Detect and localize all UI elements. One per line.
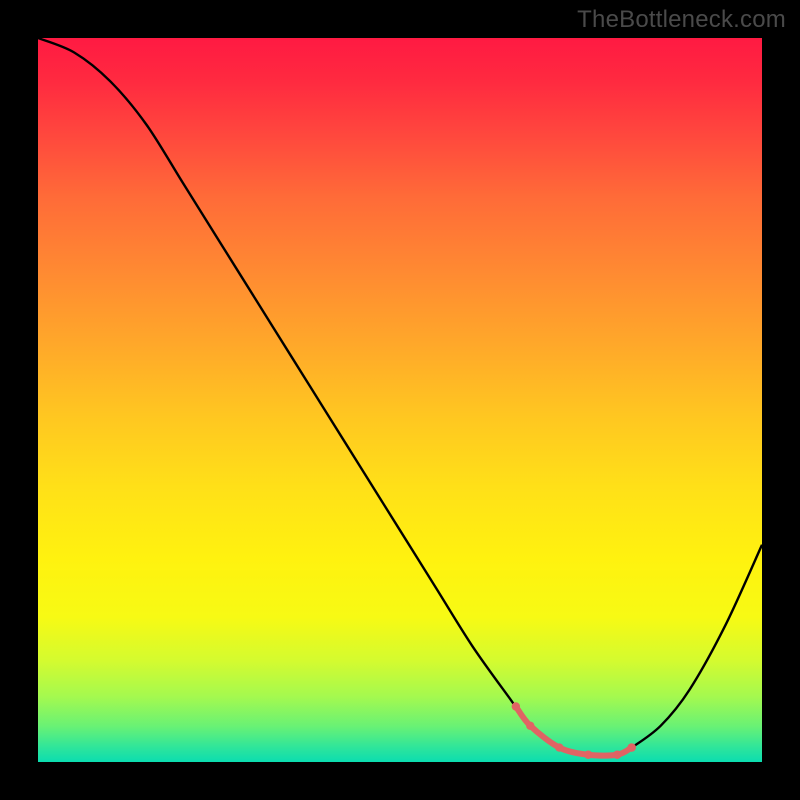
highlight-dot — [613, 751, 621, 759]
bottleneck-curve — [38, 38, 762, 756]
watermark-text: TheBottleneck.com — [577, 6, 786, 34]
highlight-dot — [584, 751, 592, 759]
bottleneck-highlight-segment — [516, 706, 633, 755]
curve-overlay — [38, 38, 762, 762]
highlight-dot — [627, 743, 635, 751]
highlight-dot — [526, 722, 534, 730]
highlight-dot — [512, 702, 520, 710]
chart-container: TheBottleneck.com — [0, 0, 800, 800]
highlight-dot — [555, 743, 563, 751]
